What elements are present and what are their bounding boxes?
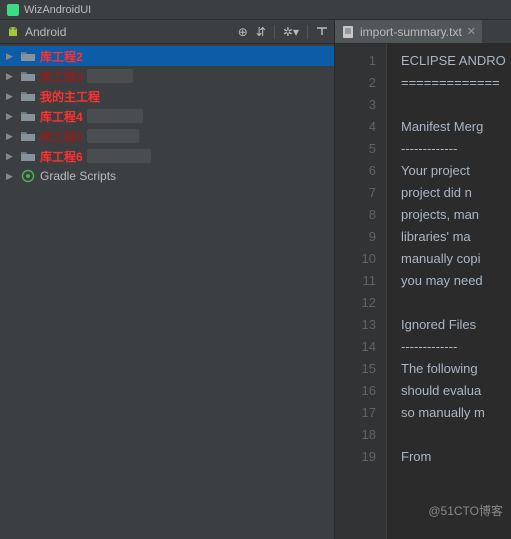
panel-header: Android ⊕ ⇵ ✲▾ xyxy=(0,20,334,44)
settings-icon[interactable]: ✲▾ xyxy=(283,25,299,39)
tab-label: import-summary.txt xyxy=(360,25,462,39)
watermark: @51CTO博客 xyxy=(428,502,503,519)
folder-icon xyxy=(20,89,36,103)
project-tree[interactable]: ▶ 库工程2 ▶ 库工程3 ▶ 我的主工程 ▶ 库工程4 ▶ 库工程5 ▶ 库工程6 ▶ Gradle S… xyxy=(0,44,334,539)
editor-panel: import-summary.txt ✕ 1234567891011121314… xyxy=(335,20,511,539)
tree-item-label: 库工程3 xyxy=(40,68,83,85)
expand-arrow-icon[interactable]: ▶ xyxy=(6,91,18,102)
expand-arrow-icon[interactable]: ▶ xyxy=(6,71,18,82)
expand-arrow-icon[interactable]: ▶ xyxy=(6,51,18,62)
gutter: 12345678910111213141516171819 xyxy=(335,44,387,539)
collapse-icon[interactable]: ⇵ xyxy=(256,25,266,39)
smudge xyxy=(87,149,151,163)
hide-icon[interactable] xyxy=(316,24,328,39)
panel-title[interactable]: Android xyxy=(25,25,238,39)
editor-tabs: import-summary.txt ✕ xyxy=(335,20,511,44)
folder-icon xyxy=(20,149,36,163)
android-icon xyxy=(6,25,20,39)
tree-item-label: 库工程6 xyxy=(40,148,83,165)
tree-item[interactable]: ▶ 库工程3 xyxy=(0,66,334,86)
tree-item-label: 库工程2 xyxy=(40,48,83,65)
smudge xyxy=(87,129,139,143)
tree-item[interactable]: ▶ 库工程6 xyxy=(0,146,334,166)
tree-item-label: 库工程5 xyxy=(40,128,83,145)
code-content[interactable]: ECLIPSE ANDRO ============= Manifest Mer… xyxy=(387,44,511,539)
project-panel: Android ⊕ ⇵ ✲▾ ▶ 库工程2 ▶ 库工程3 ▶ 我的主工程 ▶ 库工程4 ▶ 库工程… xyxy=(0,20,335,539)
folder-icon xyxy=(20,69,36,83)
tree-item[interactable]: ▶ Gradle Scripts xyxy=(0,166,334,186)
tree-item-label: Gradle Scripts xyxy=(40,169,116,183)
expand-arrow-icon[interactable]: ▶ xyxy=(6,111,18,122)
expand-arrow-icon[interactable]: ▶ xyxy=(6,131,18,142)
window-title: WizAndroidUI xyxy=(24,4,91,16)
editor[interactable]: 12345678910111213141516171819 ECLIPSE AN… xyxy=(335,44,511,539)
folder-icon xyxy=(20,129,36,143)
close-icon[interactable]: ✕ xyxy=(467,25,476,38)
smudge xyxy=(87,109,143,123)
smudge xyxy=(87,69,133,83)
tree-item[interactable]: ▶ 库工程2 xyxy=(0,46,334,66)
app-icon xyxy=(6,3,20,17)
divider xyxy=(274,25,275,39)
divider xyxy=(307,25,308,39)
tree-item-label: 库工程4 xyxy=(40,108,83,125)
tab-import-summary[interactable]: import-summary.txt ✕ xyxy=(335,20,482,43)
target-icon[interactable]: ⊕ xyxy=(238,25,248,39)
expand-arrow-icon[interactable]: ▶ xyxy=(6,151,18,162)
tree-item[interactable]: ▶ 库工程5 xyxy=(0,126,334,146)
text-file-icon xyxy=(341,25,355,39)
tree-item[interactable]: ▶ 库工程4 xyxy=(0,106,334,126)
title-bar: WizAndroidUI xyxy=(0,0,511,20)
folder-icon xyxy=(20,109,36,123)
gradle-icon xyxy=(20,169,36,183)
tree-item[interactable]: ▶ 我的主工程 xyxy=(0,86,334,106)
tree-item-label: 我的主工程 xyxy=(40,88,100,105)
folder-icon xyxy=(20,49,36,63)
expand-arrow-icon[interactable]: ▶ xyxy=(6,171,18,182)
